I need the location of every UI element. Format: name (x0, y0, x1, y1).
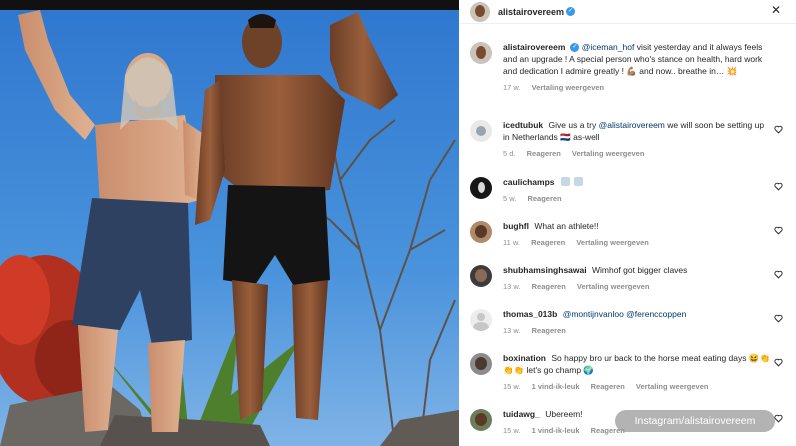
verified-badge-icon: ✓ (570, 43, 580, 53)
like-heart-icon[interactable] (774, 182, 783, 191)
photo-image (0, 0, 459, 446)
reply-button[interactable]: Reageren (527, 149, 561, 158)
list-item: shubhamsinghsawai Wimhof got bigger clav… (470, 264, 796, 293)
translate-button[interactable]: Vertaling weergeven (532, 83, 605, 92)
comment-username[interactable]: bughfl (503, 221, 529, 231)
like-heart-icon[interactable] (774, 358, 783, 367)
comment-time: 5 w. (503, 194, 517, 203)
likes-count[interactable]: 1 vind-ik-leuk (532, 382, 580, 391)
like-heart-icon[interactable] (774, 270, 783, 279)
reply-button[interactable]: Reageren (591, 382, 625, 391)
comment-username[interactable]: tuidawg_ (503, 409, 540, 419)
author-avatar[interactable] (470, 1, 490, 22)
comment-username[interactable]: thomas_013b (503, 309, 557, 319)
translate-button[interactable]: Vertaling weergeven (577, 282, 650, 291)
reply-button[interactable]: Reageren (531, 238, 565, 247)
list-item: boxination So happy bro ur back to the h… (470, 352, 796, 393)
reply-button[interactable]: Reageren (532, 326, 566, 335)
comment-text: What an athlete!! (534, 221, 599, 231)
comment-time: 5 d. (503, 149, 516, 158)
post-photo (0, 0, 459, 446)
comment-time: 15 w. (503, 426, 521, 435)
comment-text: Ubereem! (545, 409, 583, 419)
comment-time: 13 w. (503, 326, 521, 335)
translate-button[interactable]: Vertaling weergeven (572, 149, 645, 158)
list-item: bughfl What an athlete!! 11 w. Reageren … (470, 220, 796, 249)
mention-link[interactable]: @iceman_hof (582, 42, 635, 52)
mention-link[interactable]: @alistairovereem (599, 120, 665, 130)
comment-username[interactable]: icedtubuk (503, 120, 543, 130)
avatar[interactable] (470, 221, 492, 243)
likes-count[interactable]: 1 vind-ik-leuk (532, 426, 580, 435)
comment-text: Wimhof got bigger claves (591, 265, 688, 275)
post-header: alistairovereem ✓ ✕ (459, 0, 796, 24)
avatar[interactable] (470, 177, 492, 199)
avatar[interactable] (470, 120, 492, 142)
mention-link[interactable]: @ferenccoppen (626, 309, 686, 319)
more-options-icon[interactable]: ✕ (771, 3, 782, 17)
like-heart-icon[interactable] (774, 226, 783, 235)
comment-time: 13 w. (503, 282, 521, 291)
post-side-panel: alistairovereem ✓ ✕ alistairovereem ✓ @ic… (459, 0, 796, 446)
avatar[interactable] (470, 265, 492, 287)
comment-username[interactable]: shubhamsinghsawai (503, 265, 587, 275)
mention-link[interactable]: @montijnvanloo (563, 309, 624, 319)
caption-username[interactable]: alistairovereem (503, 42, 565, 52)
list-item: thomas_013b @montijnvanloo @ferenccoppen… (470, 308, 796, 337)
comment-text: Give us a try (548, 120, 599, 130)
avatar[interactable] (470, 42, 492, 64)
comment-time: 15 w. (503, 382, 521, 391)
post-caption: alistairovereem ✓ @iceman_hof visit yeste… (470, 41, 796, 94)
comment-username[interactable]: caulichamps (503, 177, 555, 187)
translate-button[interactable]: Vertaling weergeven (636, 382, 709, 391)
comment-time: 11 w. (503, 238, 520, 247)
like-heart-icon[interactable] (774, 414, 783, 423)
reply-button[interactable]: Reageren (532, 282, 566, 291)
avatar[interactable] (470, 309, 492, 331)
list-item: caulichamps 5 w. Reageren (470, 176, 796, 205)
emoji-icon (560, 177, 570, 186)
verified-badge-icon: ✓ (566, 7, 576, 16)
list-item: icedtubuk Give us a try @alistairovereem… (470, 119, 796, 160)
author-username[interactable]: alistairovereem (498, 7, 564, 17)
comment-username[interactable]: boxination (503, 353, 546, 363)
like-heart-icon[interactable] (774, 125, 783, 134)
avatar[interactable] (470, 353, 492, 375)
avatar[interactable] (470, 409, 492, 431)
source-watermark: Instagram/alistairovereem (615, 410, 775, 432)
emoji-icon (574, 177, 584, 186)
caption-time: 17 w. (503, 83, 521, 92)
reply-button[interactable]: Reageren (527, 194, 561, 203)
like-heart-icon[interactable] (774, 314, 783, 323)
translate-button[interactable]: Vertaling weergeven (576, 238, 649, 247)
